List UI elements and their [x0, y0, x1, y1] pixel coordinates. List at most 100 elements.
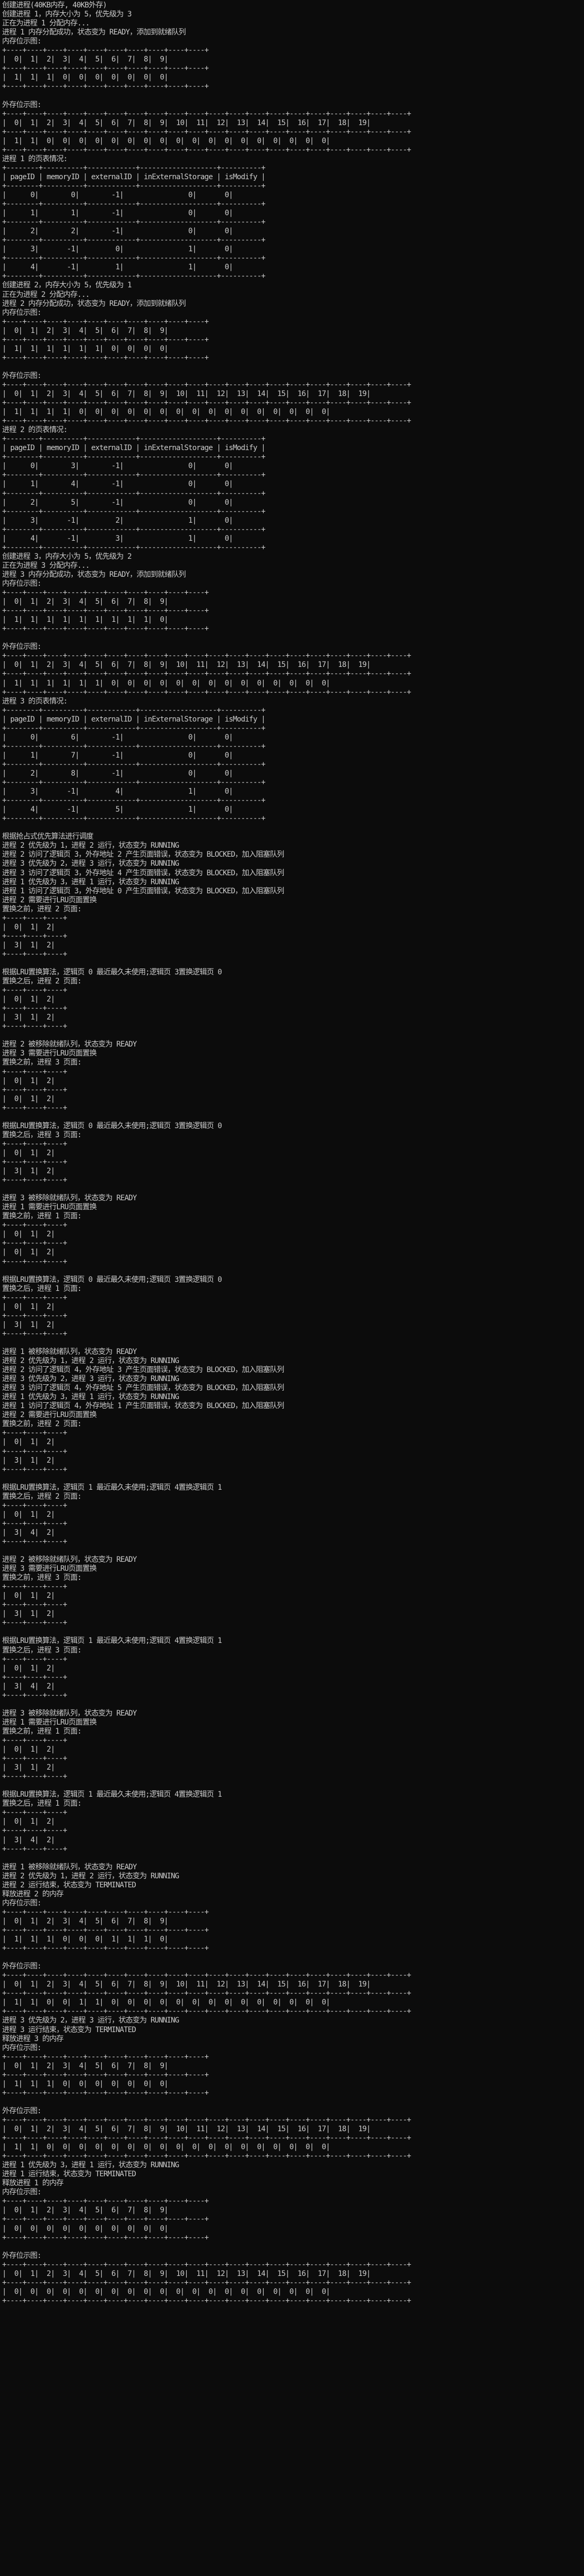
console-line: 进程 3 需要进行LRU页面置换 [2, 1049, 97, 1058]
console-line: +----+----+----+----+----+----+----+----… [2, 2052, 209, 2061]
console-line: +----+----+----+----+----+----+----+----… [2, 2296, 411, 2305]
console-line: 进程 3 优先级为 2，进程 3 运行，状态变为 RUNNING [2, 1375, 179, 1384]
console-line: +--------+----------+------------+------… [2, 163, 266, 172]
console-line: | 0| 1| 2| [2, 995, 55, 1004]
console-line: 进程 3 的页表情况: [2, 697, 68, 706]
console-line: 进程 2 需要进行LRU页面置换 [2, 1411, 97, 1420]
console-line: 内存位示图: [2, 2043, 41, 2052]
console-line: +--------+----------+------------+------… [2, 218, 266, 227]
console-line: | 0| 3| -1| 0| 0| [2, 462, 233, 471]
console-line: | 0| 1| 2| 3| 4| 5| 6| 7| 8| 9| [2, 597, 169, 606]
console-line: | 1| 1| 1| 1| 1| 1| 1| 1| 1| 0| [2, 616, 169, 625]
console-line: | 1| 1| 1| 0| 0| 0| 0| 0| 0| 0| [2, 2079, 169, 2088]
console-line: 进程 2 被移除就绪队列，状态变为 READY [2, 1555, 137, 1564]
console-line: +----+----+----+----+----+----+----+----… [2, 2215, 209, 2224]
console-line: 进程 2 优先级为 1，进程 2 运行，状态变为 RUNNING [2, 841, 179, 850]
console-line: +----+----+----+ [2, 1619, 67, 1628]
console-line: +--------+----------+------------+------… [2, 742, 266, 751]
console-line: +--------+----------+------------+------… [2, 778, 266, 787]
console-line: 进程 2 运行结束，状态变为 TERMINATED [2, 1880, 136, 1889]
console-line: +----+----+----+----+----+----+----+----… [2, 652, 411, 661]
console-line: +----+----+----+ [2, 1085, 67, 1094]
console-line: | 0| 1| 2| 3| 4| 5| 6| 7| 8| 9| 10| 11| … [2, 661, 371, 670]
console-line: | 0| 0| 0| 0| 0| 0| 0| 0| 0| 0| 0| 0| 0|… [2, 2287, 330, 2296]
console-line: | 0| 1| 2| [2, 1510, 55, 1519]
console-line: +----+----+----+----+----+----+----+----… [2, 399, 411, 408]
console-line: 根据LRU置换算法，逻辑页 0 最近最久未使用;逻辑页 3置换逻辑页 0 [2, 1275, 222, 1284]
console-line: +----+----+----+----+----+----+----+----… [2, 317, 209, 326]
console-line: +----+----+----+----+----+----+----+----… [2, 335, 209, 344]
console-line: +--------+----------+------------+------… [2, 200, 266, 209]
console-line: | 1| 1| -1| 0| 0| [2, 209, 233, 218]
console-line: | 3| -1| 2| 1| 0| [2, 516, 233, 525]
console-line: | 4| -1| 1| 1| 0| [2, 263, 233, 272]
console-line: | 0| 1| 2| [2, 1230, 55, 1239]
console-line: | 1| 1| 0| 0| 0| 0| 0| 0| 0| 0| 0| 0| 0|… [2, 136, 330, 145]
console-line: +--------+----------+------------+------… [2, 724, 266, 733]
console-line: +----+----+----+ [2, 1519, 67, 1528]
console-line: | 2| 8| -1| 0| 0| [2, 769, 233, 778]
console-line: 进程 2 访问了逻辑页 3，外存地址 2 产生页面错误，状态变为 BLOCKED… [2, 850, 284, 859]
console-line: 进程 1 的页表情况: [2, 154, 68, 163]
console-line: +----+----+----+----+----+----+----+----… [2, 2007, 411, 2016]
console-line: 进程 1 优先级为 3，进程 1 运行，状态变为 RUNNING [2, 1393, 179, 1402]
console-line: +----+----+----+ [2, 1067, 67, 1076]
console-line: +----+----+----+----+----+----+----+----… [2, 2260, 411, 2269]
console-line: | 0| 1| 2| 3| 4| 5| 6| 7| 8| 9| 10| 11| … [2, 118, 371, 127]
console-line: +----+----+----+ [2, 1139, 67, 1148]
console-line: +----+----+----+----+----+----+----+----… [2, 2197, 209, 2206]
console-line: | pageID | memoryID | externalID | inExt… [2, 444, 266, 453]
console-line: +----+----+----+ [2, 1329, 67, 1338]
console-line: +--------+----------+------------+------… [2, 254, 266, 263]
console-line: 进程 3 运行结束，状态变为 TERMINATED [2, 2025, 136, 2034]
console-line: +----+----+----+ [2, 1501, 67, 1510]
console-line: 外存位示图: [2, 371, 41, 380]
console-line: | 0| 1| 2| [2, 1148, 55, 1157]
console-line: 进程 2 内存分配成功，状态变为 READY，添加到就绪队列 [2, 299, 186, 308]
console-line: 外存位示图: [2, 643, 41, 652]
console-line: | 0| 1| 2| 3| 4| 5| 6| 7| 8| 9| 10| 11| … [2, 2125, 371, 2134]
console-line: | 3| -1| 4| 1| 0| [2, 787, 233, 796]
console-line: | pageID | memoryID | externalID | inExt… [2, 172, 266, 181]
console-line: +----+----+----+ [2, 1655, 67, 1664]
console-line: 进程 1 被移除就绪队列，状态变为 READY [2, 1862, 137, 1871]
console-line: | 2| 2| -1| 0| 0| [2, 227, 233, 236]
console-line: 外存位示图: [2, 2251, 41, 2260]
console-line: 释放进程 2 的内存 [2, 1889, 64, 1898]
console-line: | 1| 1| 1| 0| 0| 0| 1| 1| 1| 0| [2, 1935, 169, 1944]
console-line: +----+----+----+----+----+----+----+----… [2, 2115, 411, 2124]
console-line: +----+----+----+ [2, 1022, 67, 1031]
console-line: 进程 1 需要进行LRU页面置换 [2, 1718, 97, 1727]
console-line: | 0| 1| 2| 3| 4| 5| 6| 7| 8| 9| [2, 2206, 169, 2215]
console-line: +----+----+----+----+----+----+----+----… [2, 127, 411, 136]
console-line: | 0| 1| 2| [2, 1076, 55, 1085]
console-line: +----+----+----+----+----+----+----+----… [2, 380, 411, 389]
console-line: +----+----+----+----+----+----+----+----… [2, 606, 209, 616]
console-line: +----+----+----+----+----+----+----+----… [2, 82, 209, 91]
console-line: 正在为进程 2 分配内存... [2, 290, 90, 299]
console-line: 释放进程 3 的内存 [2, 2034, 64, 2043]
console-line: +----+----+----+----+----+----+----+----… [2, 46, 209, 55]
console-line: | 3| 4| 2| [2, 1835, 55, 1844]
console-line: +----+----+----+----+----+----+----+----… [2, 625, 209, 634]
console-line: | 0| 1| 2| [2, 1817, 55, 1826]
console-line: +----+----+----+ [2, 1465, 67, 1474]
console-line: +----+----+----+----+----+----+----+----… [2, 1971, 411, 1980]
console-line: +----+----+----+----+----+----+----+----… [2, 417, 411, 426]
console-line: | 3| 4| 2| [2, 1528, 55, 1537]
console-line: 置换之后，进程 3 页面: [2, 1646, 82, 1655]
console-line: | 0| 1| 2| [2, 922, 55, 931]
console-line: +----+----+----+----+----+----+----+----… [2, 2278, 411, 2287]
console-line: +----+----+----+----+----+----+----+----… [2, 109, 411, 118]
console-line: | 1| 7| -1| 0| 0| [2, 751, 233, 760]
console-line: | 4| -1| 5| 1| 0| [2, 805, 233, 814]
